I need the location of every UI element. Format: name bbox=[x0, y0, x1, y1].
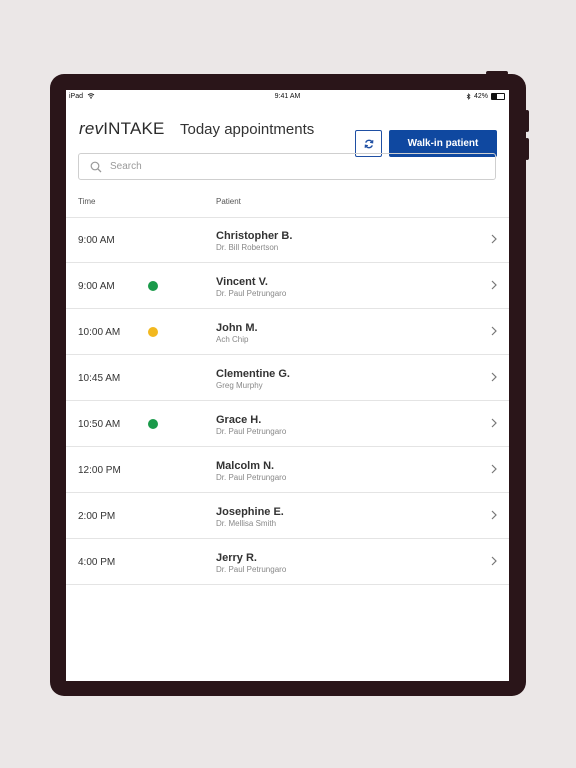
appointment-time: 9:00 AM bbox=[78, 235, 115, 246]
doctor-name: Dr. Paul Petrungaro bbox=[216, 289, 287, 298]
page-title: Today appointments bbox=[180, 121, 315, 138]
chevron-right-icon bbox=[491, 280, 497, 290]
patient-name: Josephine E. bbox=[216, 506, 284, 518]
column-header-time: Time bbox=[78, 197, 96, 206]
chevron-right-icon bbox=[491, 372, 497, 382]
chevron-right-icon bbox=[491, 510, 497, 520]
app-screen: iPad 9:41 AM 42% revINTAKE Today appoint… bbox=[66, 90, 509, 681]
appointment-row[interactable]: 9:00 AM Christopher B. Dr. Bill Robertso… bbox=[66, 217, 509, 263]
doctor-name: Dr. Mellisa Smith bbox=[216, 519, 277, 528]
appointment-row[interactable]: 4:00 PM Jerry R. Dr. Paul Petrungaro bbox=[66, 539, 509, 585]
doctor-name: Dr. Bill Robertson bbox=[216, 243, 279, 252]
appointment-row[interactable]: 2:00 PM Josephine E. Dr. Mellisa Smith bbox=[66, 493, 509, 539]
chevron-right-icon bbox=[491, 556, 497, 566]
appointment-row[interactable]: 10:45 AM Clementine G. Greg Murphy bbox=[66, 355, 509, 401]
appointment-time: 2:00 PM bbox=[78, 511, 116, 522]
appointment-time: 10:50 AM bbox=[78, 419, 121, 430]
appointment-row[interactable]: 10:00 AM John M. Ach Chip bbox=[66, 309, 509, 355]
patient-name: Christopher B. bbox=[216, 230, 293, 242]
appointment-row[interactable]: 9:00 AM Vincent V. Dr. Paul Petrungaro bbox=[66, 263, 509, 309]
appointment-time: 10:00 AM bbox=[78, 327, 121, 338]
chevron-right-icon bbox=[491, 464, 497, 474]
status-time: 9:41 AM bbox=[274, 93, 301, 100]
status-dot bbox=[148, 327, 158, 337]
search-bar[interactable] bbox=[78, 153, 496, 180]
patient-name: John M. bbox=[216, 322, 258, 334]
doctor-name: Ach Chip bbox=[216, 335, 249, 344]
doctor-name: Dr. Paul Petrungaro bbox=[216, 427, 287, 436]
doctor-name: Greg Murphy bbox=[216, 381, 263, 390]
patient-name: Jerry R. bbox=[216, 552, 257, 564]
status-dot bbox=[148, 419, 158, 429]
search-icon bbox=[90, 161, 102, 172]
patient-name: Clementine G. bbox=[216, 368, 290, 380]
column-header-patient: Patient bbox=[216, 197, 241, 206]
revintake-logo: revINTAKE bbox=[79, 119, 165, 138]
status-dot bbox=[148, 281, 158, 291]
battery-percent: 42% bbox=[473, 93, 488, 100]
appointment-row[interactable]: 12:00 PM Malcolm N. Dr. Paul Petrungaro bbox=[66, 447, 509, 493]
patient-name: Grace H. bbox=[216, 414, 262, 426]
appointment-row[interactable]: 10:50 AM Grace H. Dr. Paul Petrungaro bbox=[66, 401, 509, 447]
app-header: revINTAKE Today appointments Walk-in pat… bbox=[66, 104, 509, 157]
bluetooth-icon bbox=[466, 93, 471, 100]
patient-name: Vincent V. bbox=[216, 276, 268, 288]
chevron-right-icon bbox=[491, 418, 497, 428]
chevron-right-icon bbox=[491, 326, 497, 336]
status-bar-right: 42% bbox=[466, 93, 505, 100]
appointment-time: 9:00 AM bbox=[78, 281, 115, 292]
doctor-name: Dr. Paul Petrungaro bbox=[216, 565, 287, 574]
appointments-list: 9:00 AM Christopher B. Dr. Bill Robertso… bbox=[66, 217, 509, 585]
refresh-icon bbox=[364, 139, 373, 148]
appointment-time: 4:00 PM bbox=[78, 557, 116, 568]
battery-icon bbox=[491, 93, 505, 100]
appointment-time: 10:45 AM bbox=[78, 373, 121, 384]
patient-name: Malcolm N. bbox=[216, 460, 275, 472]
doctor-name: Dr. Paul Petrungaro bbox=[216, 473, 287, 482]
search-input[interactable] bbox=[108, 160, 472, 173]
status-bar: iPad 9:41 AM 42% bbox=[66, 90, 509, 104]
chevron-right-icon bbox=[491, 234, 497, 244]
appointment-time: 12:00 PM bbox=[78, 465, 121, 476]
table-header: Time Patient bbox=[66, 191, 509, 218]
